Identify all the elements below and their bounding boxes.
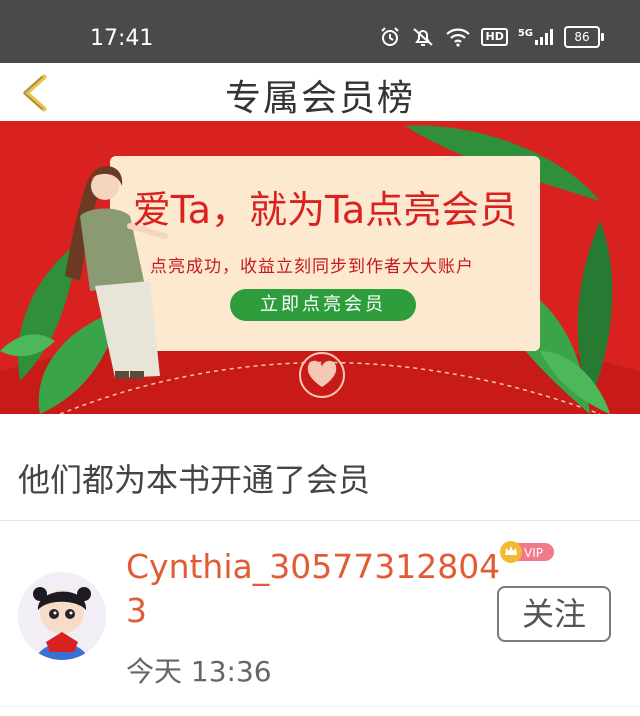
cta-button[interactable]: 立即点亮会员 [230, 289, 416, 321]
vip-badge-icon: VIP [500, 541, 554, 563]
page-title: 专属会员榜 [224, 78, 415, 119]
signal-icon: 5G [518, 28, 554, 46]
alarm-icon [379, 26, 401, 48]
divider [0, 520, 640, 521]
hd-icon: HD [481, 28, 508, 46]
vip-label: VIP [524, 546, 543, 560]
status-bar: 17:41 HD 5G 86 [0, 0, 640, 63]
follow-button[interactable]: 关注 [497, 586, 611, 642]
avatar[interactable] [18, 572, 106, 660]
mute-icon [411, 26, 435, 48]
promo-banner[interactable]: 爱Ta，就为Ta点亮会员 点亮成功，收益立刻同步到作者大大账户 立即点亮会员 [0, 121, 640, 414]
battery-icon: 86 [564, 26, 604, 48]
avatar-image [18, 572, 106, 660]
vip-badge: VIP [500, 540, 556, 564]
section-title: 他们都为本书开通了会员 [18, 461, 371, 499]
divider [0, 706, 640, 707]
status-time: 17:41 [90, 26, 154, 51]
banner-subline: 点亮成功，收益立刻同步到作者大大账户 [150, 257, 474, 277]
member-username[interactable]: Cynthia_305773128043 [118, 545, 506, 633]
member-timestamp: 今天 13:36 [126, 655, 272, 688]
wifi-icon [445, 27, 471, 47]
banner-headline: 爱Ta，就为Ta点亮会员 [132, 188, 518, 232]
network-type-label: 5G [517, 28, 533, 39]
status-icons: HD 5G 86 [379, 26, 604, 48]
nav-bar: 专属会员榜 [0, 63, 640, 121]
